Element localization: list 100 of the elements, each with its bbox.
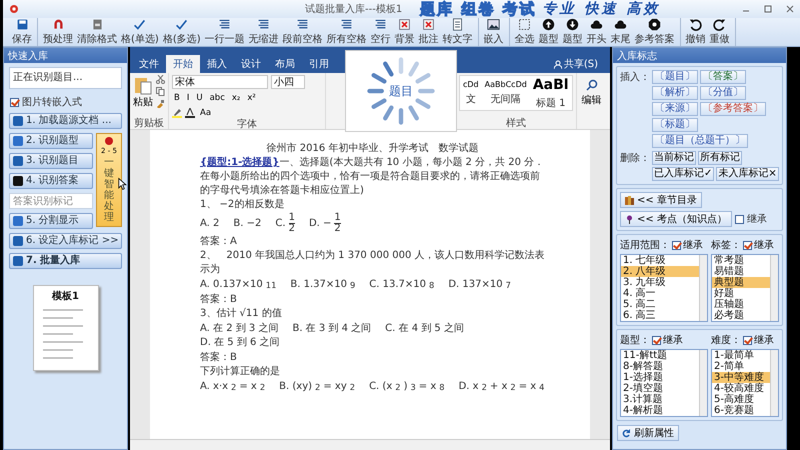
list-item[interactable]: 6-竞赛题 [712, 405, 770, 416]
insert-mark-button[interactable]: 〔题目〕 [652, 70, 698, 84]
scrollbar[interactable] [770, 255, 778, 321]
toolbar-button[interactable]: 末尾 [608, 18, 633, 46]
ribbon-tab[interactable]: 文件 [132, 55, 166, 73]
toolbar-button[interactable]: 背景 [392, 18, 417, 46]
toolbar-button[interactable]: 撤销 [684, 18, 708, 46]
list-item[interactable]: 5. 高二 [621, 299, 699, 310]
toolbar-button[interactable]: 全选 [512, 18, 537, 46]
insert-mark-button[interactable]: 〔分值〕 [700, 86, 746, 100]
knowledge-point-button[interactable]: << 考点（知识点） [620, 211, 732, 227]
insert-mark-button[interactable]: 〔标题〕 [652, 118, 698, 132]
list-item[interactable]: 1. 七年级 [621, 255, 699, 266]
insert-mark-button[interactable]: 〔题目（总题干）〕 [652, 134, 748, 148]
step-button[interactable]: 1. 加载题源文档 ... [9, 113, 122, 129]
checkbox[interactable] [10, 98, 19, 106]
style-option[interactable]: AaBbCcDd 无间隔 [482, 76, 530, 110]
list-item[interactable]: 8-解答题 [621, 361, 699, 372]
toolbar-button[interactable]: 转文字 [440, 18, 475, 46]
toolbar-button[interactable]: 预处理 [41, 18, 75, 46]
list-item[interactable]: 3-中等难度 [712, 372, 770, 383]
format-button[interactable]: x² [245, 92, 258, 104]
toolbar-button[interactable]: 题型 [560, 18, 585, 46]
format-button[interactable]: abc [208, 92, 227, 104]
copy-icon[interactable] [156, 87, 165, 96]
brush-icon[interactable] [156, 99, 165, 108]
checkbox[interactable] [652, 336, 661, 344]
input-field[interactable]: 答案识别标记 [9, 193, 93, 209]
list-item[interactable]: 常考题 [712, 255, 770, 266]
list-item[interactable]: 典型题 [712, 277, 770, 288]
step-button[interactable]: 7. 批量入库 [9, 253, 122, 269]
list-item[interactable]: 好题 [712, 288, 770, 299]
checkbox[interactable] [743, 336, 752, 344]
toolbar-button[interactable]: 重做 [708, 18, 732, 46]
list-item[interactable]: 4. 高一 [621, 288, 699, 299]
step-button[interactable]: 5. 分割显示 [9, 213, 93, 229]
scissors-icon[interactable] [156, 75, 165, 84]
toolbar-button[interactable]: 嵌入 [482, 18, 506, 46]
list-item[interactable]: 4-较高难度 [712, 383, 770, 394]
list-item[interactable]: 6. 高三 [621, 310, 699, 321]
delete-mark-button[interactable]: 已入库标记✓ [652, 167, 714, 181]
list-item[interactable]: 1-最简单 [712, 350, 770, 361]
delete-mark-button[interactable]: 所有标记 [698, 151, 742, 165]
insert-mark-button[interactable]: 〔解析〕 [652, 86, 698, 100]
ribbon-tab[interactable]: 设计 [234, 55, 268, 73]
style-option[interactable]: cDd 文 [460, 76, 482, 110]
toolbar-button[interactable]: 空行 [368, 18, 393, 46]
insert-mark-button[interactable]: 〔来源〕 [652, 102, 698, 116]
list-item[interactable]: 必考题 [712, 310, 770, 321]
toolbar-button[interactable]: 题型 [536, 18, 561, 46]
list-item[interactable]: 1-选择题 [621, 372, 699, 383]
ribbon-tab[interactable]: 开始 [166, 55, 200, 73]
list-item[interactable]: 4-解析题 [621, 405, 699, 416]
list-item[interactable]: 2-简单 [712, 361, 770, 372]
toolbar-button[interactable]: 一行一题 [202, 18, 247, 46]
list-item[interactable]: 压轴题 [712, 299, 770, 310]
close-icon[interactable] [786, 5, 794, 13]
format-button[interactable]: U [194, 92, 205, 104]
scrollbar[interactable] [699, 350, 707, 416]
edit-button[interactable]: 编辑 [580, 75, 604, 111]
font-field[interactable]: 宋体 [172, 75, 268, 89]
toolbar-button[interactable]: 格(单选) [119, 18, 161, 46]
refresh-button[interactable]: 刷新属性 [617, 425, 679, 441]
step-button[interactable]: 4. 识别答案 [9, 173, 93, 189]
maximize-icon[interactable] [764, 5, 772, 13]
list-item[interactable]: 2-填空题 [621, 383, 699, 394]
change-case-button[interactable]: Aa [198, 107, 214, 119]
toolbar-button[interactable]: 保存 [10, 18, 34, 46]
step-button[interactable]: 6. 设定入库标记 >> [9, 233, 122, 249]
toolbar-button[interactable]: 格(多选) [160, 18, 203, 46]
toolbar-button[interactable]: 段前空格 [280, 18, 325, 46]
delete-mark-button[interactable]: 当前标记 [652, 151, 696, 165]
ribbon-tab[interactable]: 插入 [200, 55, 234, 73]
highlighter-icon[interactable] [172, 108, 182, 118]
list-item[interactable]: 易错题 [712, 266, 770, 277]
checkbox[interactable] [734, 214, 744, 224]
format-button[interactable]: x₂ [230, 92, 242, 104]
font-size-field[interactable]: 小四 [271, 75, 305, 89]
toolbar-button[interactable]: 参考答案 [632, 18, 677, 46]
delete-mark-button[interactable]: 未入库标记× [716, 167, 779, 181]
checkbox[interactable] [743, 240, 752, 250]
scrollbar[interactable] [699, 255, 707, 321]
list-item[interactable]: 2. 八年级 [621, 266, 699, 277]
format-button[interactable]: I [184, 92, 192, 104]
font-color-icon[interactable] [185, 108, 195, 118]
paste-button[interactable]: 粘贴 [133, 75, 153, 118]
scrollbar[interactable] [770, 350, 778, 416]
toolbar-button[interactable]: 开头 [584, 18, 609, 46]
chapter-button[interactable]: << 章节目录 [620, 192, 702, 208]
list-item[interactable]: 3. 九年级 [621, 277, 699, 288]
toolbar-button[interactable]: 所有空格 [324, 18, 369, 46]
ribbon-tab[interactable]: 引用 [302, 55, 336, 73]
toolbar-button[interactable]: 清除格式 [75, 18, 119, 46]
insert-mark-button[interactable]: 〔参考答案〕 [700, 102, 766, 116]
list-item[interactable]: 5-高难度 [712, 394, 770, 405]
step-button[interactable]: 2. 识别题型 [9, 133, 93, 149]
list-item[interactable]: 3.计算题 [621, 394, 699, 405]
list-item[interactable]: 11-解tt题 [621, 350, 699, 361]
insert-mark-button[interactable]: 〔答案〕 [700, 70, 746, 84]
ribbon-tab[interactable]: 布局 [268, 55, 302, 73]
